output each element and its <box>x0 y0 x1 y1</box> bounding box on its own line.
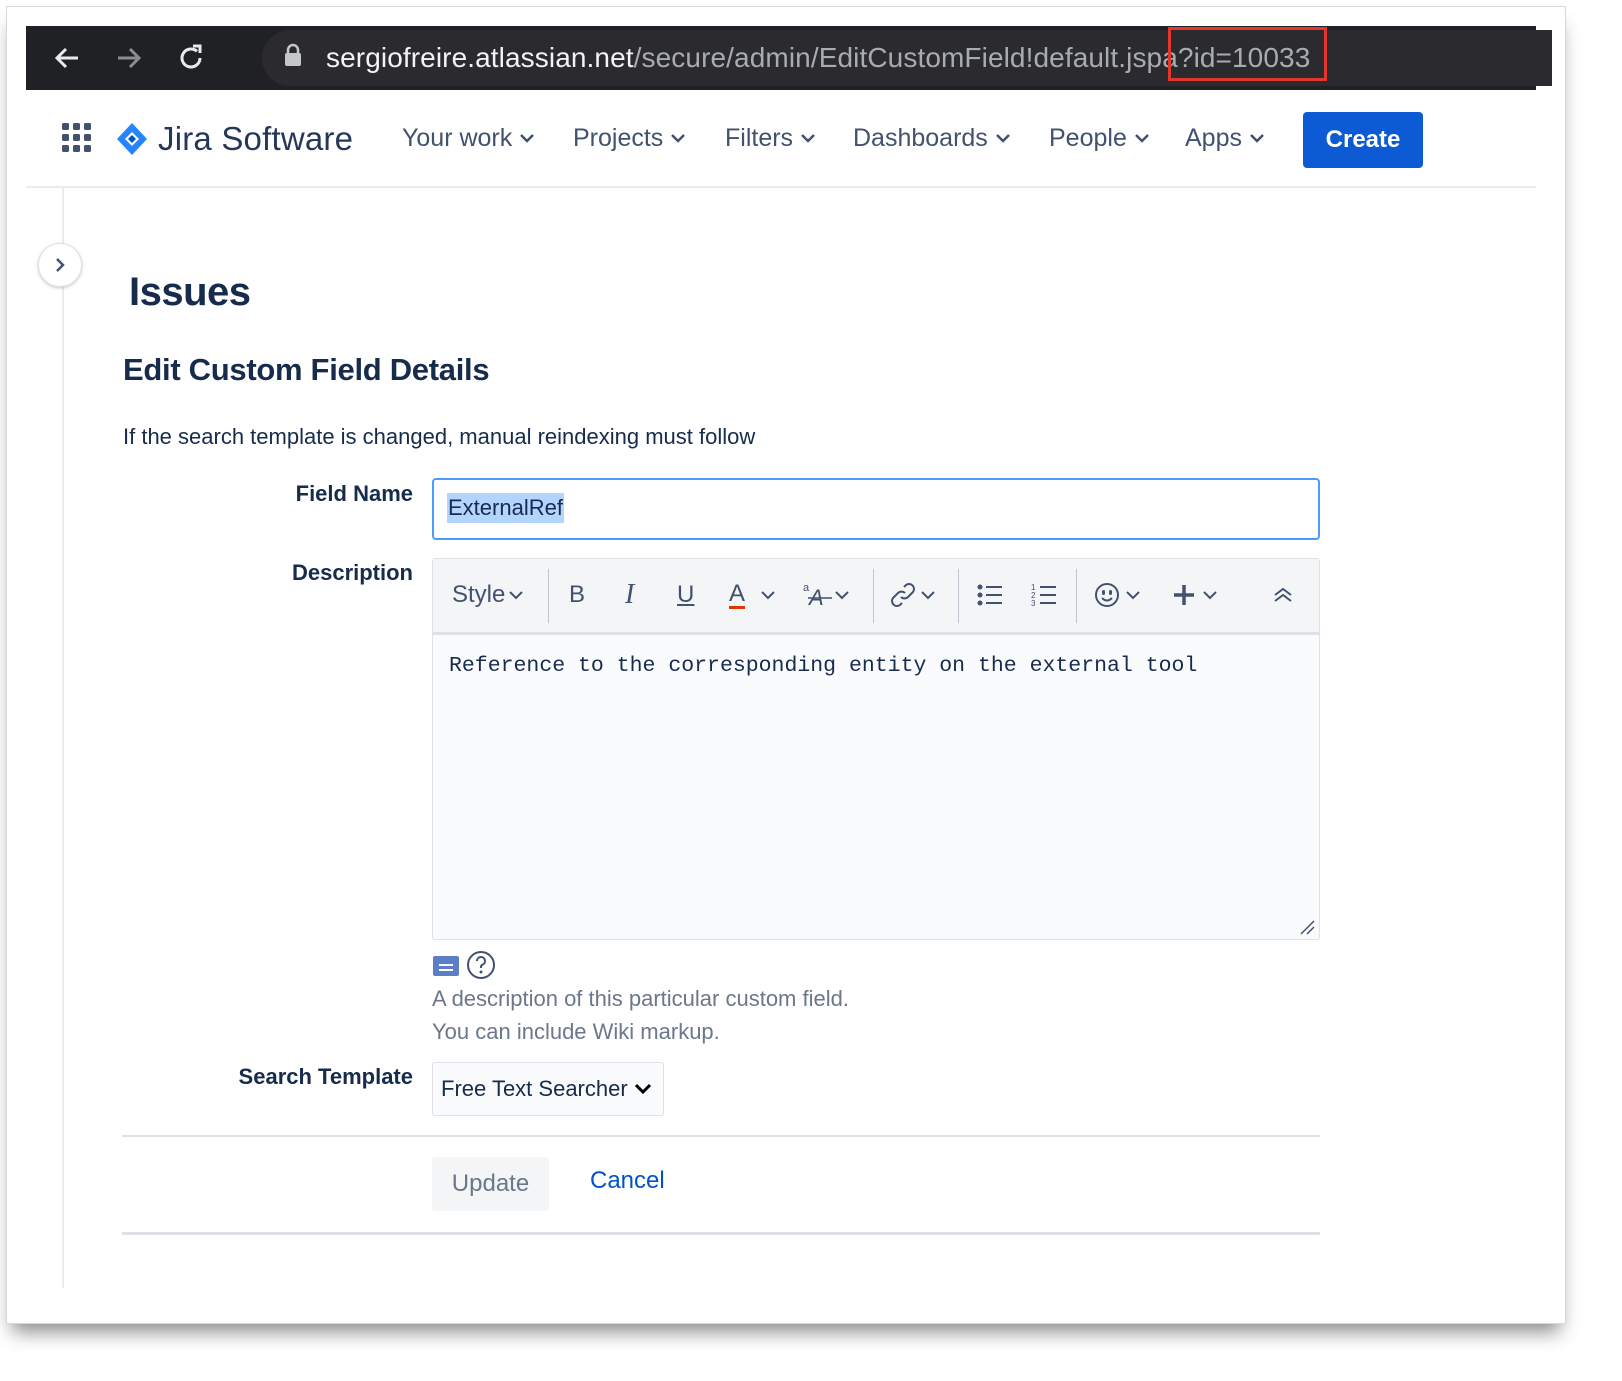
forward-arrow-icon <box>118 47 142 69</box>
chevron-down-icon <box>1250 134 1264 143</box>
nav-apps[interactable]: Apps <box>1185 120 1264 156</box>
chevron-down-icon <box>520 134 535 143</box>
nav-filters-label: Filters <box>725 123 794 152</box>
jira-diamond-icon <box>117 123 147 155</box>
lock-icon <box>285 43 301 66</box>
svg-text:3: 3 <box>1031 599 1036 607</box>
jira-software-logo[interactable]: Jira Software <box>116 122 353 156</box>
page-title: Issues <box>129 270 251 314</box>
chevron-down-icon <box>634 1083 651 1095</box>
reload-icon <box>180 44 202 69</box>
bullet-list-icon <box>977 584 1002 606</box>
back-arrow-icon <box>54 47 78 69</box>
forward-button[interactable] <box>102 26 156 90</box>
numbered-list-button[interactable]: 123 <box>1031 573 1057 617</box>
jira-top-navigation: Jira Software Your work Projects Filters… <box>26 90 1536 188</box>
field-name-input[interactable] <box>432 478 1320 540</box>
italic-button[interactable]: I <box>625 573 634 617</box>
chevron-down-icon <box>835 591 849 600</box>
nav-your-work[interactable]: Your work <box>402 120 535 156</box>
chevron-down-icon <box>761 591 775 600</box>
field-name-label: Field Name <box>295 481 413 506</box>
nav-dashboards-label: Dashboards <box>853 123 988 152</box>
nav-projects[interactable]: Projects <box>573 120 686 156</box>
text-color-button[interactable]: A <box>729 573 775 617</box>
nav-filters[interactable]: Filters <box>725 120 815 156</box>
chevron-right-icon <box>56 258 65 272</box>
reload-button[interactable] <box>164 26 218 90</box>
nav-people[interactable]: People <box>1049 120 1149 156</box>
underline-label: U <box>677 581 695 608</box>
link-icon <box>891 583 915 607</box>
nav-projects-label: Projects <box>573 123 664 152</box>
back-button[interactable] <box>40 26 94 90</box>
bold-label: B <box>569 581 586 608</box>
bullet-list-button[interactable] <box>977 573 1003 617</box>
nav-dashboards[interactable]: Dashboards <box>853 120 1010 156</box>
text-color-label: A <box>729 579 746 609</box>
resize-handle-icon[interactable] <box>1299 919 1315 935</box>
numbered-list-icon: 123 <box>1031 583 1056 607</box>
url-text[interactable]: sergiofreire.atlassian.net/secure/admin/… <box>326 36 1310 80</box>
description-help-line1: A description of this particular custom … <box>432 986 849 1011</box>
bold-button[interactable]: B <box>569 573 585 617</box>
chevron-down-icon <box>995 134 1010 143</box>
update-button[interactable]: Update <box>432 1157 549 1211</box>
app-switcher-icon[interactable] <box>62 123 92 153</box>
editor-help-row <box>432 950 496 980</box>
editor-toolbar: Style B I U A aA 123 <box>433 559 1319 635</box>
chevron-down-icon <box>921 591 935 600</box>
nav-apps-label: Apps <box>1185 123 1242 152</box>
url-highlight-annotation <box>1168 27 1327 81</box>
nav-people-label: People <box>1049 123 1127 152</box>
insert-more-button[interactable] <box>1173 573 1217 617</box>
nav-your-work-label: Your work <box>402 123 513 152</box>
style-dropdown[interactable]: Style <box>452 573 524 617</box>
double-chevron-up-icon <box>1274 587 1292 602</box>
italic-label: I <box>625 579 635 610</box>
text-effects-icon: aA <box>803 582 832 609</box>
description-text[interactable]: Reference to the corresponding entity on… <box>449 654 1197 678</box>
field-name-value: ExternalRef <box>447 493 564 523</box>
emoji-icon <box>1095 583 1119 607</box>
chevron-down-icon <box>1134 134 1149 143</box>
reindex-notice: If the search template is changed, manua… <box>123 424 756 449</box>
sidebar-border <box>62 188 64 1288</box>
search-template-value: Free Text Searcher <box>441 1076 628 1101</box>
url-host: sergiofreire.atlassian.net <box>326 42 634 73</box>
create-button[interactable]: Create <box>1303 112 1423 168</box>
section-title: Edit Custom Field Details <box>123 352 490 387</box>
collapse-toolbar-button[interactable] <box>1273 573 1293 617</box>
underline-button[interactable]: U <box>677 573 694 617</box>
toolbar-separator <box>1076 569 1077 623</box>
product-name: Jira Software <box>158 120 354 157</box>
style-label: Style <box>452 581 506 608</box>
plus-icon <box>1174 585 1194 605</box>
emoji-button[interactable] <box>1094 573 1140 617</box>
link-button[interactable] <box>889 573 935 617</box>
form-divider <box>122 1135 1320 1137</box>
search-template-label: Search Template <box>238 1064 413 1089</box>
svg-text:A: A <box>807 585 824 609</box>
description-editor: Style B I U A aA 123 Reference to the co… <box>432 558 1320 940</box>
chevron-down-icon <box>671 134 686 143</box>
more-formatting-button[interactable]: aA <box>803 573 849 617</box>
search-template-select[interactable]: Free Text Searcher <box>432 1062 664 1116</box>
toolbar-separator <box>548 569 549 623</box>
chevron-down-icon <box>801 134 815 143</box>
cancel-link[interactable]: Cancel <box>590 1167 665 1195</box>
toolbar-separator <box>873 569 874 623</box>
chevron-down-icon <box>1203 591 1217 600</box>
chevron-down-icon <box>509 591 524 600</box>
chevron-down-icon <box>1126 591 1140 600</box>
expand-sidebar-button[interactable] <box>38 243 82 287</box>
toolbar-separator <box>958 569 959 623</box>
description-help-text: A description of this particular custom … <box>432 982 849 1048</box>
description-label: Description <box>291 560 413 585</box>
help-question-icon[interactable] <box>466 950 496 980</box>
wiki-renderer-icon[interactable] <box>432 953 460 977</box>
form-bottom-divider <box>122 1232 1320 1235</box>
description-help-line2: You can include Wiki markup. <box>432 1019 720 1044</box>
